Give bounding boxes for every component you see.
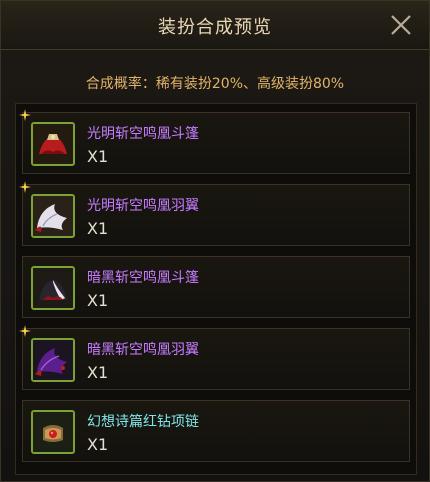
list-item[interactable]: 幻想诗篇红钻项链 X1	[22, 400, 410, 462]
item-name: 暗黑斩空鸣凰羽翼	[87, 342, 199, 358]
probability-text: 合成概率：稀有装扮20%、高级装扮80%	[85, 76, 345, 92]
title-bar: 装扮合成预览	[1, 1, 429, 50]
red-gem-necklace-icon[interactable]	[31, 410, 75, 454]
list-item[interactable]: 暗黑斩空鸣凰斗篷 X1	[22, 256, 410, 318]
close-icon[interactable]	[389, 13, 413, 37]
compose-preview-dialog: 装扮合成预览 合成概率：稀有装扮20%、高级装扮80% 光明斩空鸣凰斗篷 X1 …	[0, 0, 430, 482]
dialog-title: 装扮合成预览	[158, 17, 272, 38]
list-item[interactable]: 暗黑斩空鸣凰羽翼 X1	[19, 325, 410, 390]
sparkle-icon	[19, 109, 31, 121]
purple-wings-icon[interactable]	[31, 338, 75, 382]
item-quantity: X1	[87, 363, 109, 382]
item-name: 暗黑斩空鸣凰斗篷	[87, 270, 199, 286]
list-item[interactable]: 光明斩空鸣凰羽翼 X1	[19, 181, 410, 246]
dark-cape-icon[interactable]	[31, 266, 75, 310]
item-quantity: X1	[87, 435, 109, 454]
item-quantity: X1	[87, 219, 109, 238]
red-cape-icon[interactable]	[31, 122, 75, 166]
item-list: 光明斩空鸣凰斗篷 X1 光明斩空鸣凰羽翼 X1 暗黑斩空鸣凰斗篷 X1 暗黑斩空…	[15, 103, 417, 475]
item-quantity: X1	[87, 291, 109, 310]
sparkle-icon	[19, 181, 31, 193]
item-name: 幻想诗篇红钻项链	[87, 414, 199, 430]
item-quantity: X1	[87, 147, 109, 166]
list-item[interactable]: 光明斩空鸣凰斗篷 X1	[19, 109, 410, 174]
item-name: 光明斩空鸣凰羽翼	[87, 198, 199, 214]
white-wings-icon[interactable]	[31, 194, 75, 238]
item-name: 光明斩空鸣凰斗篷	[87, 126, 199, 142]
sparkle-icon	[19, 325, 31, 337]
